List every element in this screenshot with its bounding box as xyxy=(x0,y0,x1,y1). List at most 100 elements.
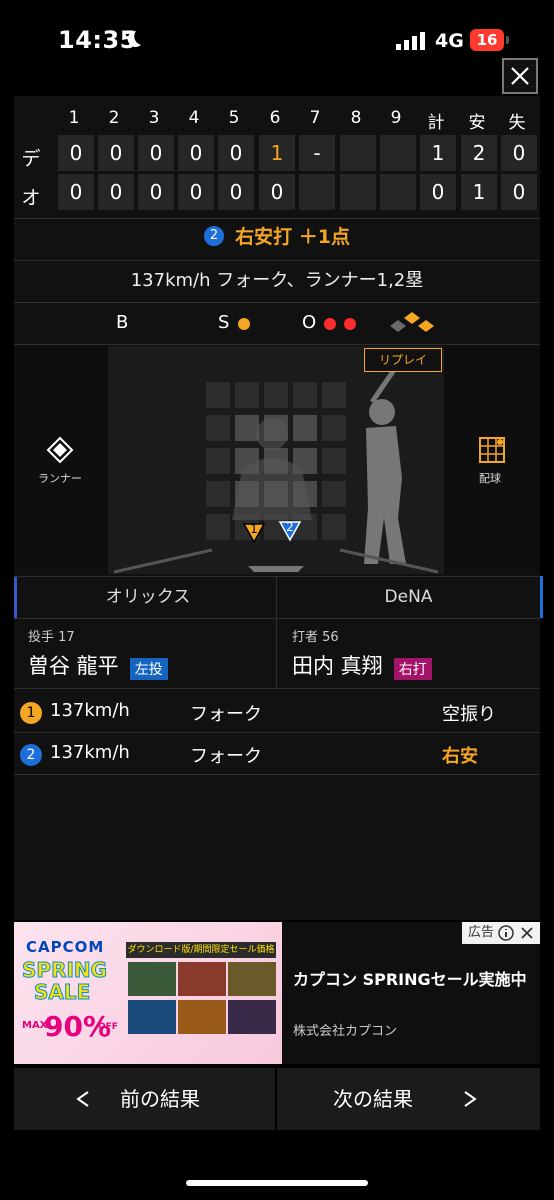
chevron-right-icon xyxy=(464,1091,477,1107)
score-cell xyxy=(340,135,376,171)
batter-info[interactable]: 田内 真翔 右打 xyxy=(292,650,432,680)
pitch-speed: 137km/h xyxy=(50,700,130,721)
prev-result-button[interactable]: 前の結果 xyxy=(14,1068,275,1130)
pitch-number-badge: 2 xyxy=(204,225,225,246)
divider xyxy=(14,732,540,733)
next-result-button[interactable]: 次の結果 xyxy=(277,1068,540,1130)
battery-icon: 16 xyxy=(470,29,504,51)
info-icon[interactable] xyxy=(498,925,514,941)
ball-label: B xyxy=(116,312,129,333)
total-cell: 1 xyxy=(461,174,497,210)
ad-company: 株式会社カプコン xyxy=(293,1024,398,1039)
score-cell: 0 xyxy=(218,135,254,171)
next-result-label: 次の結果 xyxy=(333,1087,413,1111)
score-cell: 0 xyxy=(98,135,134,171)
pitch-number: 2 xyxy=(20,744,42,766)
play-result-text: 右安打 ＋1点 xyxy=(235,226,350,248)
ad-sale-banner: ダウンロード版/期間限定セール価格 xyxy=(126,942,276,958)
divider xyxy=(14,618,540,619)
divider xyxy=(14,344,540,345)
pitch-row[interactable]: 2 137km/h フォーク 右安 xyxy=(14,734,540,774)
prev-result-label: 前の結果 xyxy=(120,1087,200,1111)
batter-hand-badge: 右打 xyxy=(393,657,432,680)
pitch-chart-label: 配球 xyxy=(479,472,501,485)
ad-tag-label: 広告 xyxy=(468,925,495,940)
tab-dena[interactable]: DeNA xyxy=(277,576,543,618)
runner-label: ランナー xyxy=(38,472,82,485)
total-cell: 0 xyxy=(420,174,456,210)
pitch-type: フォーク xyxy=(190,746,262,767)
ad-game-thumb xyxy=(178,1000,226,1034)
pitch-row[interactable]: 1 137km/h フォーク 空振り xyxy=(14,692,540,732)
pitch-marker-1-label: 1 xyxy=(250,522,258,536)
total-runs-header: 計 xyxy=(427,113,445,133)
pitcher-info[interactable]: 曽谷 龍平 左投 xyxy=(28,650,168,680)
inning-header: 9 xyxy=(390,108,402,128)
ad-headline-spring: SPRING xyxy=(21,958,108,983)
inning-header: 1 xyxy=(68,108,80,128)
pitcher-label: 投手 17 xyxy=(28,630,75,645)
score-cell xyxy=(380,174,416,210)
divider xyxy=(14,576,540,577)
batter-label: 打者 56 xyxy=(292,630,339,645)
strike-dot xyxy=(237,317,250,330)
pitch-number: 1 xyxy=(20,702,42,724)
strike-count: S xyxy=(218,312,250,333)
ad-game-thumb xyxy=(228,962,276,996)
divider xyxy=(14,688,540,689)
pitch-marker-2-label: 2 xyxy=(286,520,294,534)
ad-headline-sale: SALE xyxy=(33,980,91,1005)
bases-icon xyxy=(390,312,434,332)
score-cell xyxy=(340,174,376,210)
pitch-type: フォーク xyxy=(190,704,262,725)
batter-name: 田内 真翔 xyxy=(292,654,383,678)
total-cell: 0 xyxy=(501,174,537,210)
out-dot xyxy=(324,317,337,330)
inning-header: 8 xyxy=(350,108,362,128)
batter-silhouette xyxy=(364,368,406,564)
pitch-speed: 137km/h xyxy=(50,742,130,763)
inning-header: 6 xyxy=(269,108,281,128)
home-plate-area xyxy=(113,548,439,574)
total-cell: 1 xyxy=(420,135,456,171)
inning-header: 5 xyxy=(228,108,240,128)
divider xyxy=(14,774,540,775)
replay-button[interactable]: リプレイ xyxy=(364,348,442,372)
ad-title[interactable]: カプコン SPRINGセール実施中 xyxy=(293,968,538,992)
close-icon xyxy=(511,67,529,85)
home-indicator xyxy=(186,1180,368,1186)
ad-discount-suffix: OFF xyxy=(98,1022,118,1032)
ball-count: B xyxy=(116,312,128,333)
chevron-left-icon xyxy=(76,1091,89,1107)
total-cell: 2 xyxy=(461,135,497,171)
divider xyxy=(276,576,277,688)
ad-tag[interactable]: 広告 xyxy=(462,922,540,944)
pitch-chart-icon[interactable] xyxy=(478,436,506,464)
network-label: 4G xyxy=(435,30,464,52)
score-cell: 1 xyxy=(259,135,295,171)
ad-game-thumb xyxy=(228,1000,276,1034)
tab-orix[interactable]: オリックス xyxy=(14,576,279,618)
signal-icon xyxy=(396,32,425,50)
ad-game-thumb xyxy=(178,962,226,996)
ad-close-icon[interactable] xyxy=(520,926,534,940)
battery-nub xyxy=(506,36,509,44)
catcher-silhouette xyxy=(232,418,312,520)
out-label: O xyxy=(302,312,317,333)
score-cell: - xyxy=(299,135,335,171)
ad-game-thumb xyxy=(128,962,176,996)
pitcher-hand-badge: 左投 xyxy=(129,657,168,680)
close-button[interactable] xyxy=(502,58,538,94)
divider xyxy=(14,218,540,219)
moon-icon xyxy=(127,30,141,47)
score-cell: 0 xyxy=(58,174,94,210)
divider xyxy=(14,260,540,261)
diamond-icon[interactable] xyxy=(46,436,74,464)
total-errors-header: 失 xyxy=(508,113,526,133)
ad-image[interactable]: CAPCOM SPRING SALE MAX 90% OFF ダウンロード版/期… xyxy=(14,922,282,1064)
team-abbr-away: デ xyxy=(21,148,41,170)
score-cell: 0 xyxy=(58,135,94,171)
score-cell: 0 xyxy=(259,174,295,210)
divider xyxy=(14,302,540,303)
strike-label: S xyxy=(218,312,230,333)
